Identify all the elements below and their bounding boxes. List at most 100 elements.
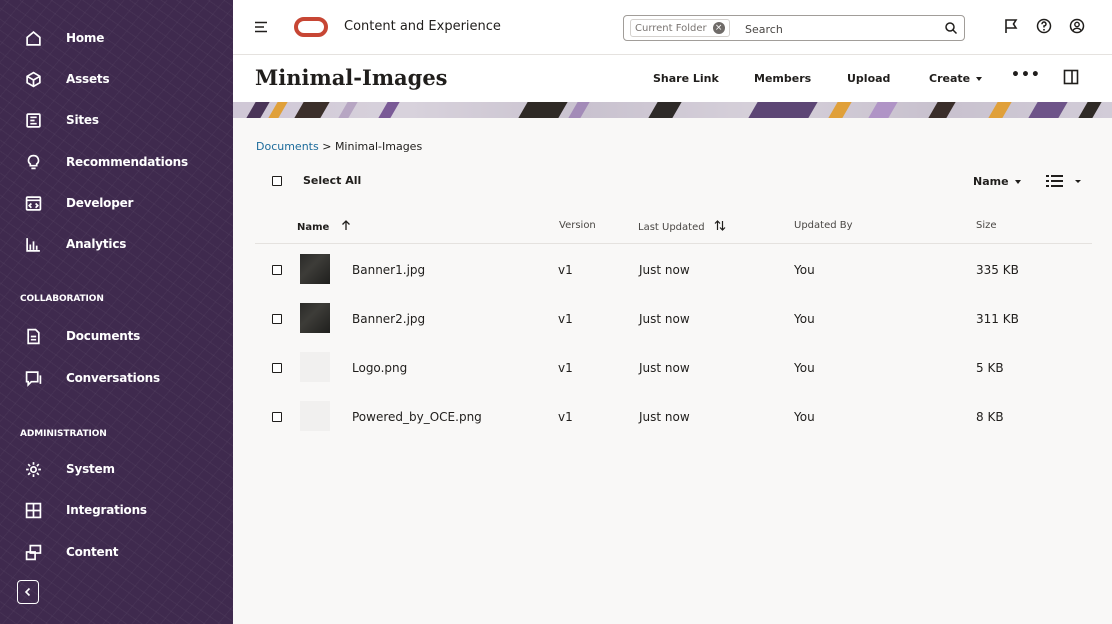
file-last-updated: Just now (639, 312, 690, 326)
search-input[interactable] (745, 21, 925, 37)
sidebar-item-label: Conversations (66, 371, 160, 385)
sidebar-item-documents[interactable]: Documents (0, 321, 233, 351)
collapse-sidebar-button[interactable] (17, 580, 39, 604)
sort-ascending-icon (341, 220, 350, 230)
select-all-label[interactable]: Select All (303, 174, 361, 187)
header-divider (255, 243, 1092, 244)
home-icon (24, 29, 42, 47)
chevron-down-icon (1075, 180, 1081, 183)
file-thumbnail (300, 254, 330, 284)
sidebar-item-developer[interactable]: Developer (0, 188, 233, 218)
column-header-last-updated[interactable]: Last Updated (638, 220, 726, 233)
sidebar-item-label: Sites (66, 113, 99, 127)
row-checkbox[interactable] (272, 314, 282, 324)
chart-icon (24, 235, 42, 253)
file-version: v1 (558, 263, 573, 277)
app-title: Content and Experience (344, 19, 501, 34)
sidebar-item-recommendations[interactable]: Recommendations (0, 147, 233, 177)
row-checkbox[interactable] (272, 363, 282, 373)
file-size: 5 KB (976, 361, 1004, 375)
list-view-dropdown[interactable] (1046, 173, 1086, 189)
help-icon[interactable] (1036, 18, 1052, 34)
list-view-icon (1046, 175, 1063, 187)
breadcrumb-documents-link[interactable]: Documents (256, 140, 319, 153)
create-dropdown[interactable]: Create (929, 72, 983, 85)
file-size: 311 KB (976, 312, 1019, 326)
file-updated-by: You (794, 361, 815, 375)
file-name[interactable]: Banner2.jpg (352, 312, 425, 326)
search-scope-label: Current Folder (635, 22, 707, 34)
file-thumbnail (300, 352, 330, 382)
row-checkbox[interactable] (272, 265, 282, 275)
column-header-size[interactable]: Size (976, 220, 997, 231)
folder-banner-image (233, 102, 1112, 118)
gear-icon (24, 460, 42, 478)
cube-icon (24, 70, 42, 88)
share-link-button[interactable]: Share Link (653, 72, 719, 85)
sidebar-item-assets[interactable]: Assets (0, 64, 233, 94)
file-last-updated: Just now (639, 410, 690, 424)
file-name[interactable]: Powered_by_OCE.png (352, 410, 482, 424)
more-options-icon[interactable]: ••• (1011, 67, 1041, 83)
chevron-left-icon (24, 587, 31, 597)
table-row[interactable]: Powered_by_OCE.png v1 Just now You 8 KB (255, 394, 1092, 440)
file-last-updated: Just now (639, 361, 690, 375)
hamburger-menu-icon[interactable] (254, 20, 268, 34)
breadcrumb-separator: > (318, 140, 335, 153)
create-label: Create (929, 72, 971, 85)
search-icon[interactable] (944, 21, 958, 35)
file-name[interactable]: Banner1.jpg (352, 263, 425, 277)
sidebar-item-integrations[interactable]: Integrations (0, 495, 233, 525)
sidebar-item-label: Recommendations (66, 155, 188, 169)
file-size: 8 KB (976, 410, 1004, 424)
user-profile-icon[interactable] (1069, 18, 1085, 34)
chevron-down-icon (976, 77, 983, 81)
table-row[interactable]: Logo.png v1 Just now You 5 KB (255, 345, 1092, 391)
sidebar-item-analytics[interactable]: Analytics (0, 229, 233, 259)
select-all-checkbox[interactable] (272, 176, 282, 186)
sort-toggle-icon (714, 220, 726, 231)
top-bar: Content and Experience Current Folder × (233, 0, 1112, 54)
column-header-label: Last Updated (638, 222, 705, 233)
file-thumbnail (300, 401, 330, 431)
column-header-updated-by[interactable]: Updated By (794, 220, 853, 231)
integrations-icon (24, 501, 42, 519)
sidebar-item-content[interactable]: Content (0, 537, 233, 567)
table-row[interactable]: Banner1.jpg v1 Just now You 335 KB (255, 247, 1092, 293)
sidebar-item-home[interactable]: Home (0, 23, 233, 53)
sidebar-item-sites[interactable]: Sites (0, 105, 233, 135)
conversation-icon (24, 369, 42, 387)
code-icon (24, 194, 42, 212)
sidebar-item-conversations[interactable]: Conversations (0, 363, 233, 393)
side-panel-icon[interactable] (1063, 69, 1079, 85)
document-icon (24, 327, 42, 345)
breadcrumb: Documents > Minimal-Images (256, 140, 422, 153)
file-version: v1 (558, 410, 573, 424)
sort-by-dropdown[interactable]: Name (973, 175, 1021, 188)
members-button[interactable]: Members (754, 72, 811, 85)
search-scope-chip[interactable]: Current Folder × (630, 19, 730, 37)
file-updated-by: You (794, 263, 815, 277)
file-updated-by: You (794, 410, 815, 424)
sidebar: Home Assets Sites Recommendations Develo… (0, 0, 233, 624)
sidebar-item-label: Home (66, 31, 105, 45)
sidebar-item-label: Analytics (66, 237, 127, 251)
sidebar-item-label: Integrations (66, 503, 147, 517)
oracle-logo (294, 17, 328, 37)
file-size: 335 KB (976, 263, 1019, 277)
lightbulb-icon (24, 153, 42, 171)
close-icon[interactable]: × (712, 22, 725, 34)
upload-button[interactable]: Upload (847, 72, 890, 85)
page-title: Minimal-Images (255, 65, 448, 90)
flag-icon[interactable] (1003, 18, 1019, 34)
sidebar-section-administration: ADMINISTRATION (20, 429, 107, 439)
column-header-name[interactable]: Name (297, 220, 351, 233)
sidebar-item-system[interactable]: System (0, 454, 233, 484)
file-last-updated: Just now (639, 263, 690, 277)
row-checkbox[interactable] (272, 412, 282, 422)
file-name[interactable]: Logo.png (352, 361, 407, 375)
sidebar-item-label: Developer (66, 196, 134, 210)
column-header-version[interactable]: Version (559, 220, 596, 231)
column-header-label: Name (297, 222, 330, 233)
table-row[interactable]: Banner2.jpg v1 Just now You 311 KB (255, 296, 1092, 342)
